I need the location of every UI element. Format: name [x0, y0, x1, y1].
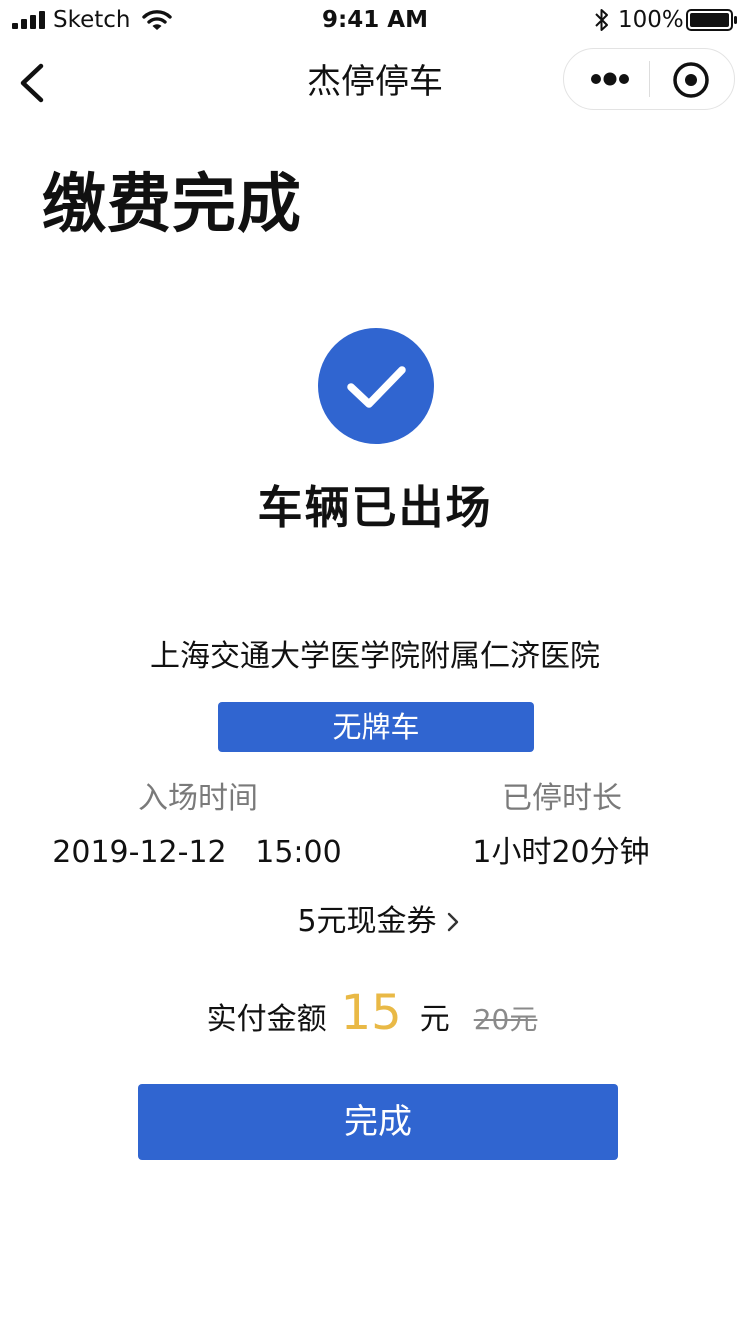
chevron-right-icon — [447, 912, 458, 932]
entry-time-label: 入场时间 — [138, 781, 258, 816]
capsule-divider — [649, 61, 650, 97]
coupon-row[interactable]: 5元现金券 — [0, 900, 750, 944]
more-icon[interactable] — [588, 65, 632, 93]
coupon-label: 5元现金券 — [297, 904, 437, 939]
battery-percent: 100% — [618, 7, 684, 33]
target-icon[interactable] — [671, 60, 711, 100]
duration-value: 1小时20分钟 — [472, 835, 650, 870]
plate-badge: 无牌车 — [218, 702, 534, 752]
mini-program-capsule — [563, 48, 735, 110]
battery-icon — [686, 9, 737, 31]
payment-label: 实付金额 — [206, 1002, 327, 1037]
entry-time-value: 2019-12-12 15:00 — [52, 835, 342, 870]
check-circle-icon — [318, 328, 434, 444]
duration-label: 已停时长 — [502, 781, 622, 816]
parking-lot-name: 上海交通大学医学院附属仁济医院 — [150, 639, 600, 674]
payment-summary: 实付金额 15 元 20元 — [0, 983, 750, 1047]
exit-status-text: 车辆已出场 — [257, 481, 493, 534]
status-bar: Sketch 9:41 AM 100% — [0, 0, 750, 40]
done-button[interactable]: 完成 — [138, 1084, 618, 1160]
page-title: 缴费完成 — [42, 168, 302, 242]
original-price: 20元 — [473, 1003, 538, 1036]
payment-unit: 元 — [419, 1002, 450, 1037]
bluetooth-icon — [595, 9, 608, 31]
payment-amount: 15 — [340, 985, 402, 1041]
